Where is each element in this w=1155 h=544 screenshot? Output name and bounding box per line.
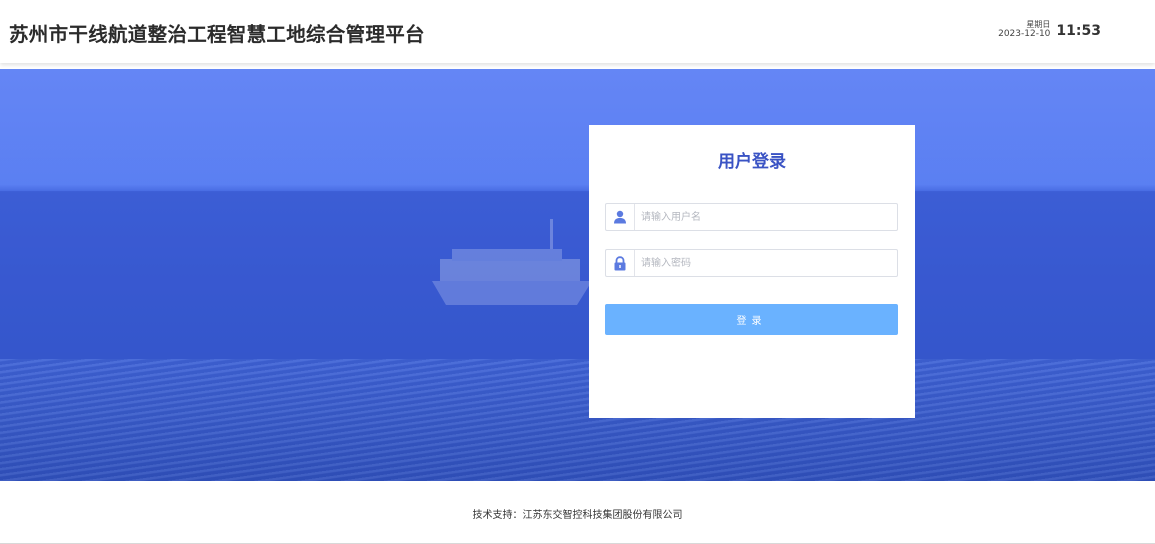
sea-surface bbox=[0, 359, 1155, 481]
password-input[interactable] bbox=[635, 250, 897, 276]
footer-support-text: 技术支持：江苏东交智控科技集团股份有限公司 bbox=[472, 510, 683, 521]
login-button[interactable]: 登录 bbox=[605, 304, 898, 335]
password-field bbox=[605, 249, 898, 277]
clock-time: 11:53 bbox=[1056, 23, 1101, 39]
datetime-display: 星期日 2023-12-10 11:53 bbox=[998, 20, 1101, 39]
date-block: 星期日 2023-12-10 bbox=[998, 20, 1050, 39]
login-title: 用户登录 bbox=[718, 152, 786, 172]
ship-silhouette bbox=[432, 219, 592, 305]
app-title: 苏州市干线航道整治工程智慧工地综合管理平台 bbox=[9, 23, 425, 46]
username-field bbox=[605, 203, 898, 231]
lock-icon bbox=[606, 250, 635, 276]
login-card: 用户登录 登录 bbox=[589, 125, 915, 418]
username-input[interactable] bbox=[635, 204, 897, 230]
user-icon bbox=[606, 204, 635, 230]
sky-haze bbox=[0, 69, 1155, 189]
date-label: 2023-12-10 bbox=[998, 29, 1051, 39]
hero-background bbox=[0, 69, 1155, 481]
weekday-label: 星期日 bbox=[1026, 20, 1051, 29]
top-header: 苏州市干线航道整治工程智慧工地综合管理平台 星期日 2023-12-10 11:… bbox=[0, 0, 1155, 63]
footer: 技术支持：江苏东交智控科技集团股份有限公司 bbox=[0, 481, 1155, 544]
